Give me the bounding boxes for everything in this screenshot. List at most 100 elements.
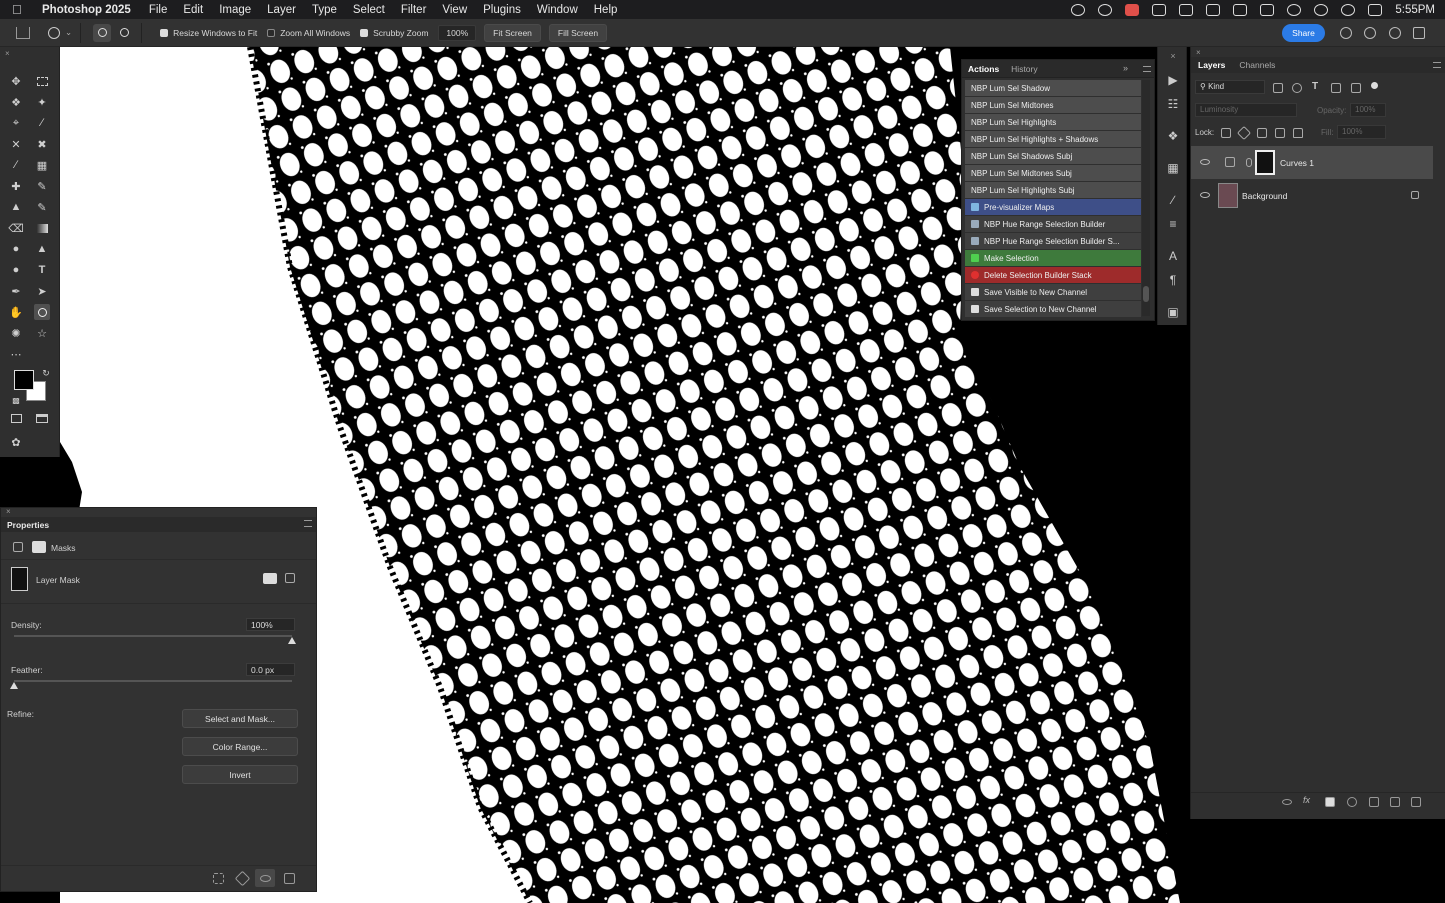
volume-icon[interactable] [1179,3,1194,16]
lock-position-icon[interactable] [1257,128,1267,138]
fill-screen-button[interactable]: Fill Screen [548,23,608,42]
display-icon[interactable] [1233,3,1248,16]
control-center-icon[interactable] [1368,3,1383,16]
tab-layers[interactable]: Layers [1191,60,1232,70]
character-icon[interactable]: A [1166,249,1180,263]
menu-help[interactable]: Help [594,4,618,16]
menu-file[interactable]: File [149,4,168,16]
layer-row-curves[interactable]: Curves 1 [1191,146,1433,179]
action-item[interactable]: NBP Lum Sel Shadow [965,80,1141,96]
crop-tool-icon[interactable]: ⌖ [8,115,24,131]
more-tools-icon[interactable]: ⋯ [8,346,24,362]
filter-toggle-icon[interactable] [1371,82,1378,89]
color-replacement-icon[interactable]: ✺ [8,325,24,341]
apply-vector-mask-icon[interactable] [285,573,295,583]
new-adjustment-layer-icon[interactable] [1347,797,1357,807]
screen-mode-icon[interactable] [34,410,50,426]
default-colors-icon[interactable]: ▩ [8,392,24,408]
collapse-panel-icon[interactable]: » [1123,63,1128,73]
extension-icon[interactable] [1152,3,1167,16]
filter-adjustment-icon[interactable] [1292,83,1302,93]
action-item[interactable]: NBP Lum Sel Midtones Subj [965,165,1141,181]
action-item[interactable]: Pre-visualizer Maps [965,199,1141,215]
adjustments-sliders-icon[interactable]: ≡ [1166,217,1180,231]
swap-colors-icon[interactable]: ↻ [38,365,54,381]
mask-properties-icon[interactable] [32,541,46,553]
load-selection-icon[interactable] [213,873,224,884]
action-item[interactable]: NBP Lum Sel Highlights + Shadows [965,131,1141,147]
new-layer-icon[interactable] [1390,797,1400,807]
opacity-field[interactable]: 100% [1350,103,1386,117]
menu-window[interactable]: Window [537,4,578,16]
menu-select[interactable]: Select [353,4,385,16]
menu-edit[interactable]: Edit [183,4,203,16]
generative-fill-icon[interactable]: ✿ [8,434,24,450]
clone-stamp-tool-icon[interactable]: ▲ [8,199,24,215]
search-icon[interactable] [1364,27,1376,39]
feather-field[interactable]: 0.0 px [246,663,295,676]
spotlight-search-icon[interactable] [1341,3,1356,16]
filter-kind-select[interactable]: ⚲ Kind [1195,80,1265,94]
density-slider-thumb[interactable] [288,637,296,644]
tab-channels[interactable]: Channels [1232,60,1282,70]
action-item[interactable]: NBP Lum Sel Midtones [965,97,1141,113]
action-item[interactable]: Save Visible to New Channel [965,284,1141,300]
paragraph-icon[interactable]: ¶ [1166,273,1180,287]
new-group-folder-icon[interactable] [1369,797,1379,807]
filter-shape-icon[interactable] [1331,83,1341,93]
app-menu[interactable]: Photoshop 2025 [42,4,131,16]
link-chain-icon[interactable] [1246,158,1252,167]
dodge-tool-icon[interactable]: ● [8,262,24,278]
remove-tool-icon[interactable]: ✖ [34,136,50,152]
pattern-tool-icon[interactable]: ▦ [34,157,50,173]
scrubby-zoom-checkbox[interactable]: Scrubby Zoom [360,28,428,38]
zoom-out-button[interactable] [115,24,133,42]
delete-layer-trash-icon[interactable] [1411,797,1421,807]
feather-slider-track[interactable] [14,680,292,682]
invert-button[interactable]: Invert [182,765,298,784]
color-range-button[interactable]: Color Range... [182,737,298,756]
brush-tool-icon[interactable]: ∕ [8,157,24,173]
blur-tool-icon[interactable]: ● [8,241,24,257]
star-shape-icon[interactable]: ☆ [34,325,50,341]
battery-icon[interactable] [1260,3,1275,16]
app-status-icon[interactable] [1125,3,1140,16]
move-tool-icon[interactable]: ✥ [8,73,24,89]
content-aware-move-icon[interactable]: ✚ [8,178,24,194]
visibility-eye-icon[interactable] [1200,192,1210,198]
filter-pixel-icon[interactable] [1273,83,1283,93]
hand-tool-icon[interactable]: ✋ [8,304,24,320]
notifications-icon[interactable] [1340,27,1352,39]
history-brush-tool-icon[interactable]: ✎ [34,199,50,215]
zoom-percentage-field[interactable]: 100% [438,24,477,41]
action-item[interactable]: NBP Lum Sel Shadows Subj [965,148,1141,164]
layer-style-fx-icon[interactable]: fx [1303,795,1310,805]
menu-view[interactable]: View [442,4,467,16]
select-and-mask-button[interactable]: Select and Mask... [182,709,298,728]
action-item[interactable]: NBP Hue Range Selection Builder [965,216,1141,232]
gradient-tool-icon[interactable] [34,220,50,236]
lock-transparent-icon[interactable] [1221,128,1231,138]
action-item[interactable]: NBP Lum Sel Highlights Subj [965,182,1141,198]
close-icon[interactable]: × [6,507,11,516]
magic-wand-tool-icon[interactable]: ✦ [34,94,50,110]
lock-artboard-icon[interactable] [1275,128,1285,138]
brush-settings-icon[interactable]: ∕ [1166,193,1180,207]
chevron-down-icon[interactable]: ⌄ [65,27,72,38]
pen-tool-icon[interactable]: ✒ [8,283,24,299]
actions-scrollbar[interactable] [1142,80,1150,316]
layer-row-background[interactable]: Background [1191,179,1433,212]
zoom-all-windows-checkbox[interactable]: Zoom All Windows [267,28,350,38]
panel-menu-icon[interactable] [1433,62,1441,68]
menu-plugins[interactable]: Plugins [483,4,521,16]
zoom-tool-preset-icon[interactable] [48,26,60,39]
history-icon[interactable]: ☷ [1166,97,1180,111]
lock-image-icon[interactable] [1236,125,1252,141]
action-item[interactable]: NBP Hue Range Selection Builder S... [965,233,1141,249]
gradients-icon[interactable]: ▣ [1166,305,1180,319]
eraser-tool-icon[interactable]: ⌫ [8,220,24,236]
discover-lightbulb-icon[interactable] [1389,27,1401,39]
menubar-clock[interactable]: 5:55PM [1395,4,1435,16]
bluetooth-icon[interactable] [1206,3,1221,16]
visibility-eye-icon[interactable] [260,875,271,882]
